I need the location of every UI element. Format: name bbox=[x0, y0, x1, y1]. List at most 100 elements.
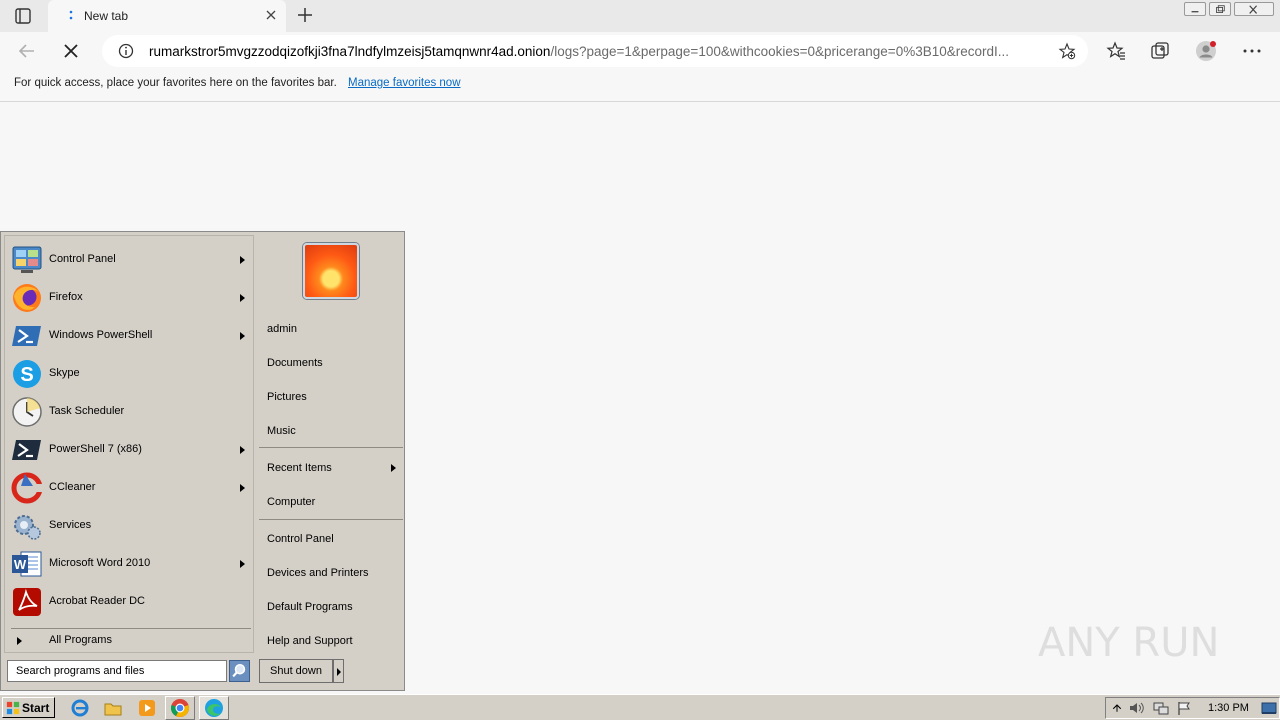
search-button[interactable] bbox=[229, 660, 250, 682]
taskbar-edge-button[interactable] bbox=[199, 696, 229, 720]
program-label: Skype bbox=[49, 367, 80, 379]
file-explorer-icon[interactable] bbox=[103, 698, 123, 718]
chevron-right-icon bbox=[337, 668, 341, 676]
network-icon[interactable] bbox=[1152, 700, 1170, 716]
favorites-icon[interactable] bbox=[1105, 40, 1127, 62]
minimize-button[interactable] bbox=[1184, 2, 1206, 16]
link-default-programs[interactable]: Default Programs bbox=[267, 601, 353, 613]
submenu-arrow-icon bbox=[391, 464, 396, 472]
clock[interactable]: 1:30 PM bbox=[1208, 702, 1249, 714]
internet-explorer-icon[interactable] bbox=[70, 698, 90, 718]
volume-icon[interactable] bbox=[1128, 700, 1146, 716]
new-tab-icon[interactable] bbox=[296, 6, 314, 24]
ccleaner-icon bbox=[11, 472, 43, 504]
all-programs-label: All Programs bbox=[49, 634, 112, 646]
all-programs-arrow-icon bbox=[17, 637, 22, 645]
link-help-support[interactable]: Help and Support bbox=[267, 635, 353, 647]
more-options-icon[interactable] bbox=[1241, 40, 1263, 62]
action-center-flag-icon[interactable] bbox=[1176, 700, 1192, 716]
program-label: PowerShell 7 (x86) bbox=[49, 443, 142, 455]
minimize-icon bbox=[1191, 11, 1199, 13]
address-bar[interactable]: rumarkstror5mvgzzodqizofkji3fna7lndfylmz… bbox=[102, 35, 1088, 67]
link-documents[interactable]: Documents bbox=[267, 357, 323, 369]
taskbar-chrome-button[interactable] bbox=[165, 696, 195, 720]
back-arrow-icon[interactable] bbox=[16, 40, 38, 62]
favorites-bar: For quick access, place your favorites h… bbox=[0, 70, 1280, 102]
word-icon: W bbox=[12, 551, 42, 577]
url-path: /logs?page=1&perpage=100&withcookies=0&p… bbox=[550, 44, 1010, 59]
user-picture[interactable] bbox=[303, 243, 359, 299]
program-task-scheduler[interactable]: Task Scheduler bbox=[5, 393, 253, 431]
link-pictures[interactable]: Pictures bbox=[267, 391, 307, 403]
program-control-panel[interactable]: Control Panel bbox=[5, 241, 253, 279]
shutdown-button[interactable]: Shut down bbox=[259, 659, 333, 683]
profile-avatar-icon[interactable] bbox=[1195, 40, 1217, 62]
url-host: rumarkstror5mvgzzodqizofkji3fna7lndfylmz… bbox=[149, 44, 551, 59]
program-label: Windows PowerShell bbox=[49, 329, 153, 341]
services-icon bbox=[14, 515, 41, 540]
tab-title: New tab bbox=[84, 9, 129, 23]
browser-tab-strip: New tab bbox=[0, 0, 1280, 32]
link-recent-items[interactable]: Recent Items bbox=[267, 462, 332, 474]
svg-text:W: W bbox=[14, 557, 27, 572]
powershell-icon bbox=[12, 326, 41, 346]
loading-icon bbox=[69, 10, 73, 20]
separator bbox=[259, 519, 403, 520]
site-info-icon[interactable] bbox=[118, 43, 134, 59]
browser-tab[interactable]: New tab bbox=[48, 0, 286, 32]
program-label: Microsoft Word 2010 bbox=[49, 557, 151, 569]
submenu-arrow-icon bbox=[240, 256, 245, 264]
stop-loading-icon[interactable] bbox=[60, 40, 82, 62]
link-control-panel[interactable]: Control Panel bbox=[267, 533, 334, 545]
skype-icon: S bbox=[13, 360, 41, 388]
program-services[interactable]: Services bbox=[5, 507, 253, 545]
restore-button[interactable] bbox=[1209, 2, 1231, 16]
start-button[interactable]: Start bbox=[2, 697, 55, 718]
start-label: Start bbox=[22, 701, 50, 715]
media-player-icon[interactable] bbox=[137, 698, 157, 718]
search-icon bbox=[232, 663, 246, 678]
program-microsoft-word[interactable]: W Microsoft Word 2010 bbox=[5, 545, 253, 583]
start-menu-programs-pane: Control Panel Firefox Windows PowerShell bbox=[4, 235, 254, 653]
shutdown-options-button[interactable] bbox=[333, 659, 344, 683]
link-computer[interactable]: Computer bbox=[267, 496, 315, 508]
navigation-bar: rumarkstror5mvgzzodqizofkji3fna7lndfylmz… bbox=[0, 32, 1280, 70]
edge-icon bbox=[205, 699, 223, 717]
link-user[interactable]: admin bbox=[267, 323, 297, 335]
taskbar: Start 1:30 PM bbox=[0, 694, 1280, 720]
close-tab-icon[interactable] bbox=[264, 8, 278, 22]
program-powershell-7[interactable]: PowerShell 7 (x86) bbox=[5, 431, 253, 469]
all-programs-button[interactable]: All Programs bbox=[11, 628, 251, 650]
program-firefox[interactable]: Firefox bbox=[5, 279, 253, 317]
task-scheduler-icon bbox=[12, 397, 42, 427]
close-window-button[interactable] bbox=[1234, 2, 1274, 16]
program-windows-powershell[interactable]: Windows PowerShell bbox=[5, 317, 253, 355]
start-search-input[interactable]: Search programs and files bbox=[7, 660, 227, 682]
submenu-arrow-icon bbox=[240, 294, 245, 302]
start-menu-places-pane: admin Documents Pictures Music Recent It… bbox=[257, 235, 403, 653]
url-text[interactable]: rumarkstror5mvgzzodqizofkji3fna7lndfylmz… bbox=[149, 44, 1049, 59]
start-menu: Control Panel Firefox Windows PowerShell bbox=[0, 231, 405, 691]
show-desktop-icon[interactable] bbox=[1261, 700, 1277, 716]
show-hidden-icons-icon[interactable] bbox=[1111, 701, 1123, 715]
separator bbox=[259, 447, 403, 448]
program-skype[interactable]: S Skype bbox=[5, 355, 253, 393]
acrobat-icon bbox=[13, 588, 41, 616]
close-icon bbox=[1249, 5, 1258, 14]
tab-actions-icon[interactable] bbox=[12, 7, 34, 25]
firefox-icon bbox=[13, 284, 41, 312]
windows-logo-icon bbox=[6, 701, 20, 715]
program-ccleaner[interactable]: CCleaner bbox=[5, 469, 253, 507]
watermark: ANY RUN bbox=[1038, 612, 1238, 672]
submenu-arrow-icon bbox=[240, 560, 245, 568]
add-favorite-icon[interactable] bbox=[1058, 42, 1076, 60]
submenu-arrow-icon bbox=[240, 484, 245, 492]
program-acrobat-reader[interactable]: Acrobat Reader DC bbox=[5, 583, 253, 621]
link-music[interactable]: Music bbox=[267, 425, 296, 437]
link-devices-printers[interactable]: Devices and Printers bbox=[267, 567, 369, 579]
manage-favorites-link[interactable]: Manage favorites now bbox=[348, 77, 461, 89]
collections-icon[interactable] bbox=[1149, 40, 1171, 62]
svg-text:S: S bbox=[20, 364, 33, 386]
program-label: Firefox bbox=[49, 291, 83, 303]
program-label: CCleaner bbox=[49, 481, 96, 493]
